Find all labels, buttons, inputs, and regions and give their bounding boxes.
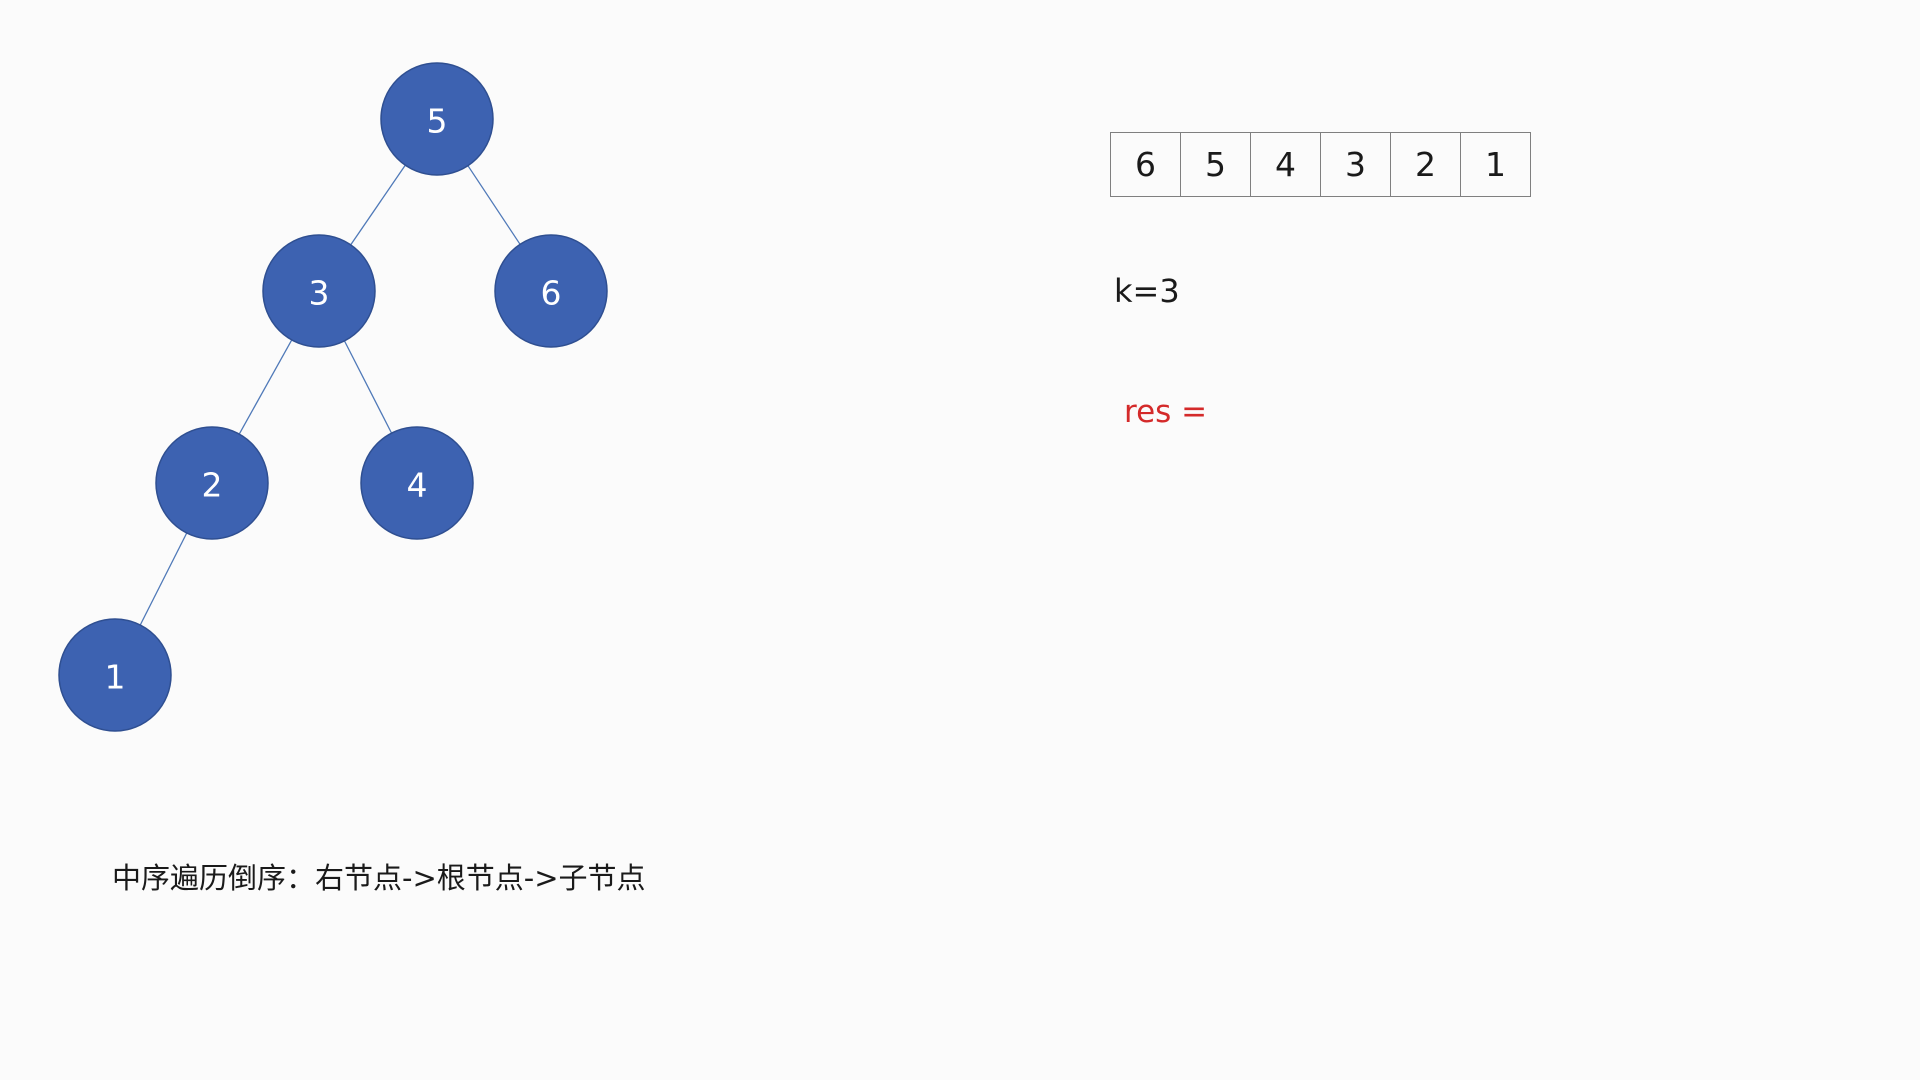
array-cell: 2 (1391, 132, 1461, 197)
reverse-inorder-array: 6 5 4 3 2 1 (1110, 132, 1531, 197)
tree-node-2: 2 (155, 426, 269, 540)
tree-node-3: 3 (262, 234, 376, 348)
tree-edges (139, 164, 521, 626)
binary-tree: 5 3 6 2 4 1 (58, 62, 608, 732)
tree-edge (467, 165, 521, 245)
tree-edge (350, 164, 406, 246)
tree-node-6: 6 (494, 234, 608, 348)
array-cell: 3 (1321, 132, 1391, 197)
tree-node-label: 3 (309, 274, 330, 313)
tree-nodes: 5 3 6 2 4 1 (58, 62, 608, 732)
array-cell: 4 (1251, 132, 1321, 197)
array-cell: 5 (1181, 132, 1251, 197)
traversal-caption: 中序遍历倒序：右节点->根节点->子节点 (112, 861, 646, 895)
array-cell: 1 (1461, 132, 1531, 197)
tree-node-label: 1 (105, 658, 126, 697)
tree-node-label: 6 (541, 274, 562, 313)
k-value-label: k=3 (1114, 272, 1180, 310)
tree-edge (343, 340, 393, 434)
array-cell: 6 (1111, 132, 1181, 197)
tree-node-5: 5 (380, 62, 494, 176)
tree-node-4: 4 (360, 426, 474, 540)
tree-node-label: 2 (202, 466, 223, 505)
tree-edge (139, 532, 188, 626)
diagram-canvas: 5 3 6 2 4 1 6 5 4 3 2 1 k=3 res = 中序遍历倒序：右节点-… (0, 0, 1920, 1080)
tree-node-label: 5 (427, 102, 448, 141)
result-label: res = (1124, 394, 1208, 430)
tree-node-1: 1 (58, 618, 172, 732)
tree-node-label: 4 (407, 466, 428, 505)
tree-edge (238, 339, 293, 435)
